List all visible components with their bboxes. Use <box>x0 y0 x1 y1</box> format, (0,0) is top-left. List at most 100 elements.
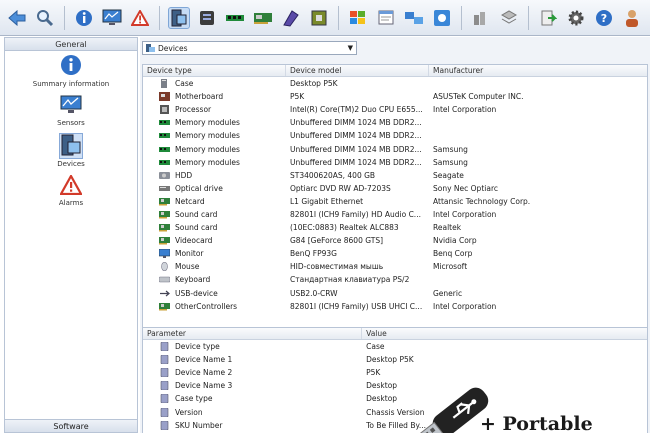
back-arrow-icon[interactable] <box>6 7 28 29</box>
device-model-cell: Стандартная клавиатура PS/2 <box>290 275 410 285</box>
device-type-text: Processor <box>175 105 212 115</box>
device-type-text: Optical drive <box>175 183 223 193</box>
table-row[interactable]: Case Desktop P5K <box>143 77 647 90</box>
table-row[interactable]: USB-device USB2.0-CRW Generic <box>143 287 647 300</box>
device-model-cell: ST3400620AS, 400 GB <box>290 170 376 180</box>
column-header-device-model[interactable]: Device model <box>286 65 429 76</box>
alarm-icon[interactable] <box>129 7 151 29</box>
device-type-cell: Case <box>143 79 286 89</box>
settings-icon[interactable] <box>565 7 587 29</box>
network-icon[interactable] <box>403 7 425 29</box>
manufacturer-cell: Benq Corp <box>433 249 473 259</box>
table-row[interactable]: Optical drive Optiarc DVD RW AD-7203S Sony… <box>143 182 647 195</box>
device-model-cell: Desktop P5K <box>290 79 338 89</box>
parameter-cell: Device Name 3 <box>143 381 362 391</box>
export-icon[interactable] <box>537 7 559 29</box>
table-row[interactable]: OtherControllers 82801I (ICH9 Family) USB… <box>143 300 647 313</box>
device-type-cell: Motherboard <box>143 92 286 102</box>
parameter-text: Device Name 1 <box>175 355 233 365</box>
table-row[interactable]: Case type Desktop <box>143 392 647 405</box>
category-dropdown[interactable]: Devices ▼ <box>142 41 357 55</box>
sidebar-item-label: Devices <box>57 160 85 168</box>
table-row[interactable]: Device Name 2 P5K <box>143 366 647 379</box>
column-header-device-type[interactable]: Device type <box>143 65 286 76</box>
table-row[interactable]: Memory modules Unbuffered DIMM 1024 MB DD… <box>143 142 647 155</box>
value-cell: P5K <box>366 368 381 378</box>
table-row[interactable]: Netcard L1 Gigabit Ethernet Attansic Techn… <box>143 195 647 208</box>
sidebar-item-summary[interactable]: Summary information <box>11 51 131 92</box>
chip-icon[interactable] <box>308 7 330 29</box>
share-icon[interactable] <box>431 7 453 29</box>
value-cell: Desktop <box>366 394 398 404</box>
sidebar-item-alarms[interactable]: Alarms <box>11 172 131 211</box>
stack-icon[interactable] <box>498 7 520 29</box>
info-icon[interactable] <box>73 7 95 29</box>
device-type-cell: Optical drive <box>143 184 286 193</box>
table-row[interactable]: Memory modules Unbuffered DIMM 1024 MB DD… <box>143 116 647 129</box>
device-type-cell: Processor <box>143 105 286 115</box>
table-row[interactable]: Memory modules Unbuffered DIMM 1024 MB DD… <box>143 156 647 169</box>
table-row[interactable]: Sound card 82801I (ICH9 Family) HD Audio … <box>143 208 647 221</box>
column-header-parameter[interactable]: Parameter <box>143 328 363 339</box>
portable-caption: + Portable <box>480 413 593 433</box>
device-model-cell: G84 [GeForce 8600 GTS] <box>290 236 384 246</box>
parameter-icon <box>159 355 170 365</box>
device-model-cell: USB2.0-CRW <box>290 288 338 298</box>
sidebar-group-header[interactable]: General <box>5 38 137 51</box>
table-row[interactable]: Monitor BenQ FP93G Benq Corp <box>143 247 647 260</box>
parameter-cell: SKU Number <box>143 420 362 430</box>
card-icon[interactable] <box>252 7 274 29</box>
parameter-icon <box>159 407 170 417</box>
table-row[interactable]: Videocard G84 [GeForce 8600 GTS] Nvidia Co… <box>143 234 647 247</box>
windows-icon[interactable] <box>347 7 369 29</box>
parameter-text: Version <box>175 407 203 417</box>
device-type-text: Memory modules <box>175 118 240 128</box>
sidebar-item-sensors[interactable]: Sensors <box>11 92 131 131</box>
memory-icon[interactable] <box>224 7 246 29</box>
column-header-manufacturer[interactable]: Manufacturer <box>429 65 647 76</box>
motherboard-icon[interactable] <box>196 7 218 29</box>
library-icon[interactable] <box>470 7 492 29</box>
parameter-cell: Case type <box>143 394 362 404</box>
manufacturer-cell: ASUSTeK Computer INC. <box>433 92 524 102</box>
sidebar-item-label: Sensors <box>57 119 85 127</box>
device-type-text: HDD <box>175 170 193 180</box>
manufacturer-cell: Intel Corporation <box>433 209 497 219</box>
main-panel: Devices ▼ Device type Device model Manuf… <box>140 37 650 433</box>
card-icon <box>159 210 170 219</box>
column-header-value[interactable]: Value <box>362 328 647 339</box>
value-cell: Desktop <box>366 381 398 391</box>
toolbar-separator <box>461 5 462 30</box>
manufacturer-cell: Generic <box>433 288 463 298</box>
table-row[interactable]: Keyboard Стандартная клавиатура PS/2 <box>143 273 647 286</box>
chevron-down-icon[interactable]: ▼ <box>348 44 353 52</box>
card-icon <box>159 236 170 245</box>
table-row[interactable]: Processor Intel(R) Core(TM)2 Duo CPU E655… <box>143 103 647 116</box>
device-type-text: Sound card <box>175 209 218 219</box>
devices-icon[interactable] <box>168 6 190 29</box>
main-toolbar: ? <box>0 0 650 36</box>
search-icon[interactable] <box>34 7 56 29</box>
sidebar-item-devices[interactable]: Devices <box>11 131 131 172</box>
table-row[interactable]: Device Name 1 Desktop P5K <box>143 353 647 366</box>
table-row[interactable]: Mouse HID-совместимая мышь Microsoft <box>143 260 647 273</box>
device-type-cell: OtherControllers <box>143 302 286 311</box>
table-row[interactable]: Sound card (10EC:0883) Realtek ALC883 Real… <box>143 221 647 234</box>
table-row[interactable]: Motherboard P5K ASUSTeK Computer INC. <box>143 90 647 103</box>
table-row[interactable]: Memory modules Unbuffered DIMM 1024 MB DD… <box>143 129 647 142</box>
sidebar-group-software[interactable]: Software <box>5 419 137 432</box>
parameter-icon <box>159 394 170 404</box>
parameter-cell: Version <box>143 407 362 417</box>
drive-icon[interactable] <box>280 7 302 29</box>
table-row[interactable]: HDD ST3400620AS, 400 GB Seagate <box>143 169 647 182</box>
properties-table-header: Parameter Value <box>143 328 647 340</box>
memory-icon <box>159 131 170 140</box>
table-row[interactable]: Device type Case <box>143 340 647 353</box>
table-row[interactable]: Device Name 3 Desktop <box>143 379 647 392</box>
parameter-icon <box>159 368 170 378</box>
sensors-monitor-icon[interactable] <box>101 7 123 29</box>
window-icon[interactable] <box>375 7 397 29</box>
help-icon[interactable]: ? <box>593 7 615 29</box>
device-model-cell: P5K <box>290 92 305 102</box>
user-icon[interactable] <box>621 7 643 29</box>
